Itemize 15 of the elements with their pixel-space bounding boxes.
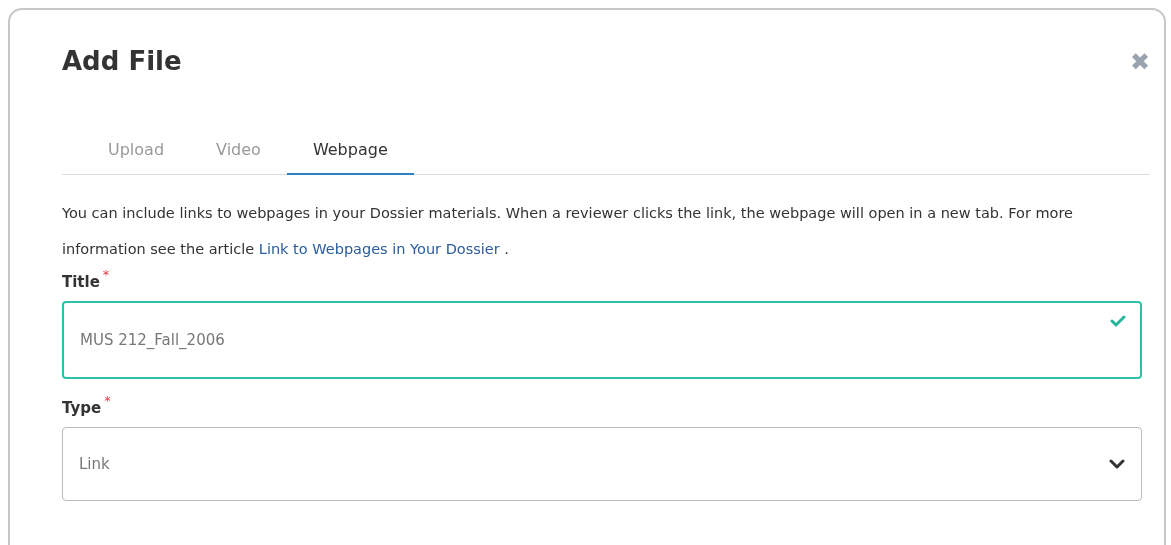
type-dropdown[interactable]: Link (62, 427, 1142, 501)
tab[interactable]: Video (190, 134, 287, 175)
tab[interactable]: Webpage (286, 134, 414, 175)
field-label: Title (62, 273, 100, 291)
description-text: You can include links to webpages in your Dossier materials. When a reviewer clicks the link, the webpage will open in a new tab. For more information see the article Link to Webpages in Your Dossier . (62, 204, 1075, 259)
chevron-down-icon (1109, 459, 1125, 469)
title-field[interactable]: MUS 212_Fall_2006 (62, 301, 1142, 379)
field-label: Type (62, 399, 102, 417)
required-mark: * (104, 393, 111, 408)
dialog-title: Add File (62, 46, 182, 76)
checkmark-icon (1110, 315, 1126, 327)
tab[interactable]: Upload (82, 134, 191, 175)
required-mark: * (102, 267, 110, 282)
article-link[interactable]: Link to Webpages in Your Dossier (258, 241, 500, 257)
close-button[interactable]: ✖ (1130, 50, 1150, 74)
